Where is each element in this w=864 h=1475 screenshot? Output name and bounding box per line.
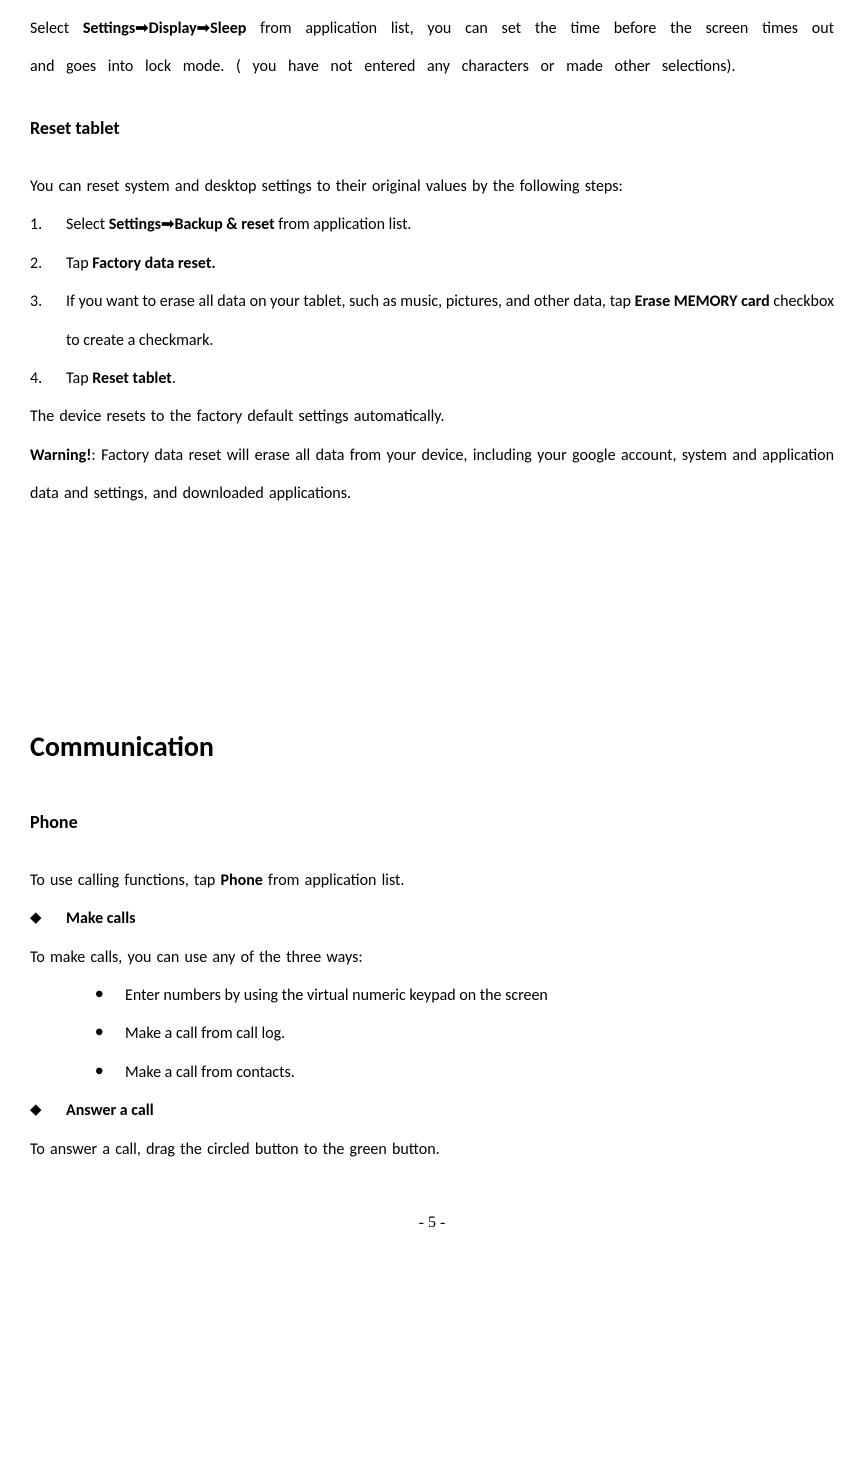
make-calls-item-3: ● Make a call from contacts. <box>95 1054 834 1092</box>
circle-icon: ● <box>95 1054 105 1092</box>
page-number: - 5 - <box>30 1204 834 1242</box>
step-2: 2. Tap Factory data reset. <box>30 245 834 283</box>
diamond-icon: ◆ <box>30 900 48 938</box>
step-4: 4. Tap Reset tablet. <box>30 360 834 398</box>
arrow-icon: ➟ <box>197 10 210 48</box>
arrow-icon: ➟ <box>135 10 148 48</box>
step-3: 3. If you want to erase all data on your… <box>30 283 834 360</box>
diamond-icon: ◆ <box>30 1092 48 1130</box>
make-calls-intro: To make calls, you can use any of the th… <box>30 939 834 977</box>
circle-icon: ● <box>95 977 105 1015</box>
heading-communication: Communication <box>30 713 834 780</box>
heading-phone: Phone <box>30 801 834 844</box>
answer-call-heading: ◆ Answer a call <box>30 1092 834 1130</box>
make-calls-item-1: ● Enter numbers by using the virtual num… <box>95 977 834 1015</box>
heading-reset-tablet: Reset tablet <box>30 107 834 150</box>
intro-paragraph: Select Settings➟Display➟Sleep from appli… <box>30 10 834 87</box>
step-1: 1. Select Settings➟Backup & reset from a… <box>30 206 834 244</box>
phone-intro: To use calling functions, tap Phone from… <box>30 862 834 900</box>
reset-intro-text: You can reset system and desktop setting… <box>30 168 834 206</box>
answer-call-text: To answer a call, drag the circled butto… <box>30 1131 834 1169</box>
arrow-icon: ➟ <box>161 206 174 244</box>
make-calls-item-2: ● Make a call from call log. <box>95 1015 834 1053</box>
circle-icon: ● <box>95 1015 105 1053</box>
reset-outro-text: The device resets to the factory default… <box>30 398 834 436</box>
warning-text: Warning!: Factory data reset will erase … <box>30 437 834 514</box>
make-calls-heading: ◆ Make calls <box>30 900 834 938</box>
